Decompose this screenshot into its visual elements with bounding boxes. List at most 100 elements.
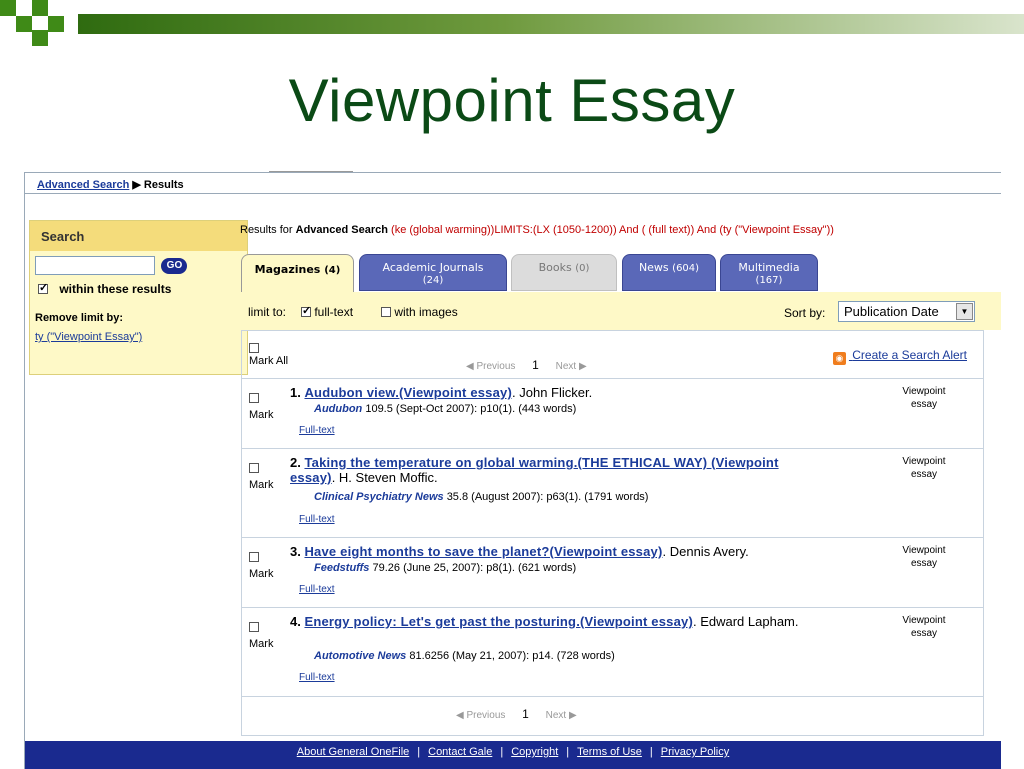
tab-news[interactable]: News (604)	[622, 254, 716, 291]
fulltext-label: full-text	[314, 305, 354, 319]
sort-select[interactable]: Publication Date ▼	[838, 301, 975, 322]
footer-separator: |	[649, 746, 653, 758]
limit-to-label: limit to:	[248, 305, 287, 319]
previous-icon[interactable]: ◀	[466, 361, 474, 372]
result-mark[interactable]: Mark	[249, 461, 273, 493]
next-icon[interactable]: ▶	[579, 361, 587, 372]
tab-news-count: (604)	[672, 263, 700, 274]
previous-link[interactable]: Previous	[476, 361, 515, 372]
previous-link[interactable]: Previous	[466, 710, 505, 721]
result-publication[interactable]: Feedstuffs	[314, 562, 369, 574]
footer-terms-link[interactable]: Terms of Use	[577, 746, 642, 758]
breadcrumb: Advanced Search ▶ Results	[37, 178, 184, 191]
result-number: 3.	[290, 544, 301, 559]
result-doctype: Viewpoint essay	[902, 615, 946, 639]
tab-news-label: News	[638, 261, 669, 274]
result-mark[interactable]: Mark	[249, 391, 273, 423]
result-mark-checkbox[interactable]	[249, 552, 259, 562]
mark-all-checkbox[interactable]	[249, 343, 259, 353]
result-source: Automotive News 81.6256 (May 21, 2007): …	[314, 650, 615, 662]
result-number: 2.	[290, 455, 301, 470]
breadcrumb-current: Results	[143, 179, 184, 191]
results-for-source: Advanced Search	[295, 224, 388, 236]
breadcrumb-arrow-icon: ▶	[132, 179, 141, 191]
result-author: . John Flicker.	[512, 385, 593, 400]
dropdown-arrow-icon[interactable]: ▼	[956, 303, 973, 320]
results-list: Mark All ◀ Previous 1 Next ▶ ◉ Create a …	[241, 330, 984, 736]
result-citation: 79.26 (June 25, 2007): p8(1). (621 words…	[372, 562, 577, 574]
result-publication[interactable]: Audubon	[314, 403, 362, 415]
result-number: 4.	[290, 614, 301, 629]
sidebar-search-input[interactable]	[35, 256, 155, 275]
tab-magazines[interactable]: Magazines (4)	[241, 254, 354, 292]
result-row: Mark 2. Taking the temperature on global…	[242, 448, 983, 537]
next-icon[interactable]: ▶	[569, 710, 577, 721]
result-fulltext-link[interactable]: Full-text	[299, 672, 335, 683]
result-author: . H. Steven Moffic.	[331, 470, 438, 485]
page-number: 1	[522, 707, 529, 721]
images-option[interactable]: with images	[381, 305, 458, 319]
tab-academic-journals[interactable]: Academic Journals (24)	[359, 254, 507, 291]
result-mark-checkbox[interactable]	[249, 393, 259, 403]
result-source: Audubon 109.5 (Sept-Oct 2007): p10(1). (…	[314, 403, 576, 415]
results-query: (ke (global warming))LIMITS:(LX (1050-12…	[391, 224, 834, 236]
tab-magazines-label: Magazines	[254, 263, 321, 276]
tab-multimedia[interactable]: Multimedia (167)	[720, 254, 818, 291]
result-title-line: 1. Audubon view.(Viewpoint essay). John …	[290, 385, 810, 400]
breadcrumb-advanced-search[interactable]: Advanced Search	[37, 179, 129, 191]
footer-contact-link[interactable]: Contact Gale	[428, 746, 492, 758]
result-number: 1.	[290, 385, 301, 400]
result-mark[interactable]: Mark	[249, 550, 273, 582]
tab-books-label: Books	[538, 261, 572, 274]
header-gradient	[78, 14, 1024, 34]
go-button[interactable]: GO	[161, 257, 188, 274]
sort-select-value: Publication Date	[844, 304, 939, 319]
within-results-checkbox[interactable]	[38, 281, 48, 294]
footer-copyright-link[interactable]: Copyright	[511, 746, 558, 758]
result-author: . Dennis Avery.	[662, 544, 749, 559]
result-mark[interactable]: Mark	[249, 620, 273, 652]
images-checkbox[interactable]	[381, 307, 391, 317]
result-title-link[interactable]: Energy policy: Let's get past the postur…	[304, 614, 693, 629]
result-row: Mark 3. Have eight months to save the pl…	[242, 537, 983, 607]
remove-limit-link[interactable]: ty ("Viewpoint Essay")	[35, 331, 142, 343]
within-results-option[interactable]: within these results	[38, 281, 171, 296]
result-fulltext-link[interactable]: Full-text	[299, 514, 335, 525]
next-link[interactable]: Next	[556, 361, 577, 372]
result-publication[interactable]: Automotive News	[314, 650, 406, 662]
previous-icon[interactable]: ◀	[456, 710, 464, 721]
result-title-line: 3. Have eight months to save the planet?…	[290, 544, 810, 559]
result-title-link[interactable]: Audubon view.(Viewpoint essay)	[304, 385, 512, 400]
result-publication[interactable]: Clinical Psychiatry News	[314, 491, 444, 503]
create-search-alert-link[interactable]: ◉ Create a Search Alert	[832, 348, 967, 365]
footer-bar: About General OneFile | Contact Gale | Copyr…	[25, 741, 1001, 769]
footer-privacy-link[interactable]: Privacy Policy	[661, 746, 729, 758]
result-fulltext-link[interactable]: Full-text	[299, 425, 335, 436]
fulltext-option[interactable]: full-text	[301, 304, 354, 319]
result-source: Feedstuffs 79.26 (June 25, 2007): p8(1).…	[314, 562, 576, 574]
tab-multimedia-label: Multimedia	[738, 261, 800, 274]
results-for-prefix: Results for	[240, 224, 293, 236]
pager-bottom-row: ◀ Previous 1 Next ▶	[242, 696, 983, 735]
result-title-link[interactable]: Have eight months to save the planet?(Vi…	[304, 544, 662, 559]
result-doctype: Viewpoint essay	[902, 545, 946, 569]
sidebar-heading: Search	[30, 221, 247, 251]
sort-label: Sort by:	[784, 306, 826, 320]
create-search-alert-label: Create a Search Alert	[852, 348, 967, 362]
result-title-line: 4. Energy policy: Let's get past the pos…	[290, 614, 810, 629]
mark-all[interactable]: Mark All	[249, 343, 288, 367]
rss-feed-icon: ◉	[832, 352, 846, 365]
result-source: Clinical Psychiatry News 35.8 (August 20…	[314, 491, 648, 503]
result-mark-checkbox[interactable]	[249, 463, 259, 473]
mark-all-label: Mark All	[249, 355, 289, 367]
result-doctype: Viewpoint essay	[902, 456, 946, 480]
footer-separator: |	[566, 746, 570, 758]
footer-about-link[interactable]: About General OneFile	[297, 746, 410, 758]
result-fulltext-link[interactable]: Full-text	[299, 584, 335, 595]
tab-multimedia-count: (167)	[755, 275, 783, 286]
tab-academic-journals-count: (24)	[422, 275, 444, 286]
next-link[interactable]: Next	[546, 710, 567, 721]
result-mark-checkbox[interactable]	[249, 622, 259, 632]
sidebar-search-row: GO	[35, 256, 188, 275]
fulltext-checkbox[interactable]	[301, 304, 311, 317]
